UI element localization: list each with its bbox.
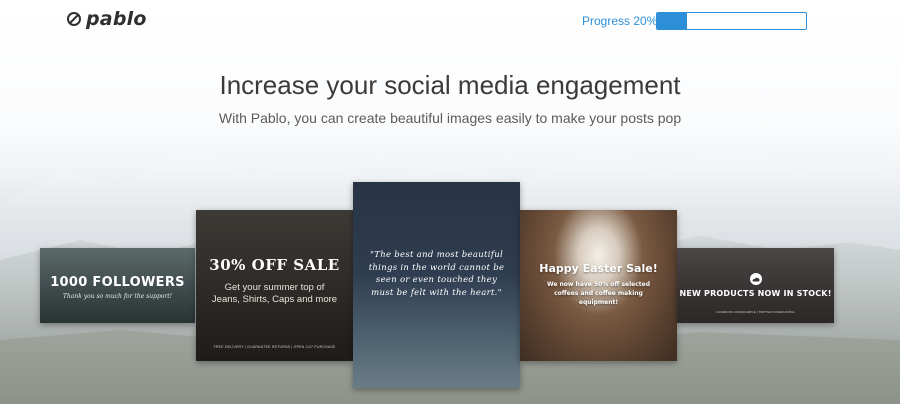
card-footer: FACEBOOK.COM/EXAMPLE | TWITTER.COM/EXAMP…: [716, 310, 795, 314]
card-subtitle: Get your summer top of Jeans, Shirts, Ca…: [211, 281, 338, 305]
progress-bar-fill: [657, 13, 687, 29]
template-card-easter[interactable]: Happy Easter Sale! We now have 50% off s…: [520, 210, 677, 361]
progress-bar: [656, 12, 807, 30]
template-card-sale[interactable]: 30% OFF SALE Get your summer top of Jean…: [196, 210, 353, 361]
card-title: 1000 FOLLOWERS: [50, 275, 185, 290]
pablo-logo[interactable]: pablo: [66, 8, 147, 30]
page-title: Increase your social media engagement: [219, 70, 681, 100]
template-card-followers[interactable]: 1000 FOLLOWERS Thank you so much for the…: [40, 248, 195, 323]
template-card-quote[interactable]: "The best and most beautiful things in t…: [353, 182, 520, 388]
card-title: Happy Easter Sale!: [539, 262, 658, 275]
cloud-icon: [749, 273, 762, 285]
check-circle-icon: [67, 12, 81, 26]
card-quote: "The best and most beautiful things in t…: [368, 250, 505, 298]
progress-label: Progress 20%: [582, 14, 658, 28]
page-subtitle: With Pablo, you can create beautiful ima…: [218, 110, 682, 126]
card-title: 30% OFF SALE: [209, 255, 340, 274]
card-subtitle: We now have 50% off selected coffees and…: [546, 281, 651, 306]
card-title: NEW PRODUCTS NOW IN STOCK!: [679, 289, 832, 298]
card-footer: FREE DELIVERY | GUARANTEE RETURNS | OPEN…: [213, 345, 336, 349]
logo-text: pablo: [86, 8, 147, 30]
card-subtitle: Thank you so much for the support!: [62, 293, 173, 300]
template-card-new-products[interactable]: NEW PRODUCTS NOW IN STOCK! FACEBOOK.COM/…: [677, 248, 834, 323]
